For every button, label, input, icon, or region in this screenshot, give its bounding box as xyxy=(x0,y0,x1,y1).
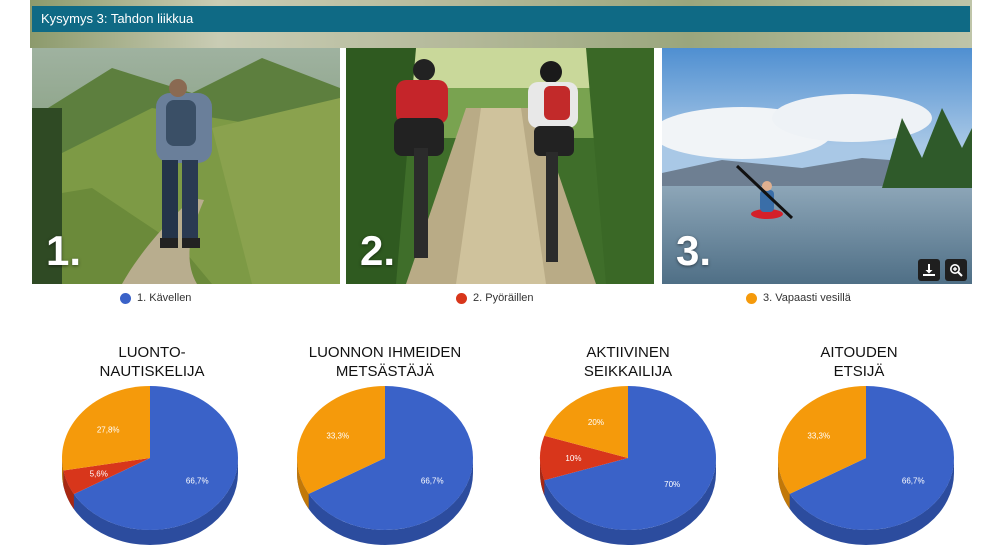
pie-data-label: 66,7% xyxy=(186,476,209,485)
pie-data-label: 33,3% xyxy=(326,432,349,441)
pie-data-label: 5,6% xyxy=(90,469,108,478)
pie-data-label: 70% xyxy=(664,480,680,489)
pie-chart-3: 70% 10% 20% xyxy=(539,386,716,545)
pie-data-label: 20% xyxy=(588,418,604,427)
pie-chart-2: 66,7% 33,3% xyxy=(297,386,474,545)
pie-charts: 66,7% 5,6% 27,8% 66,7% 33,3% 70% 10% 20% 66,7% 33… xyxy=(62,386,955,545)
pie-chart-4: 66,7% 33,3% xyxy=(777,386,955,545)
pie-data-label: 27,8% xyxy=(97,425,120,434)
pie-data-label: 66,7% xyxy=(421,476,444,485)
pie-data-label: 10% xyxy=(565,454,581,463)
pie-data-label: 33,3% xyxy=(807,432,830,441)
pie-chart-1: 66,7% 5,6% 27,8% xyxy=(62,386,239,545)
pie-data-label: 66,7% xyxy=(902,476,925,485)
